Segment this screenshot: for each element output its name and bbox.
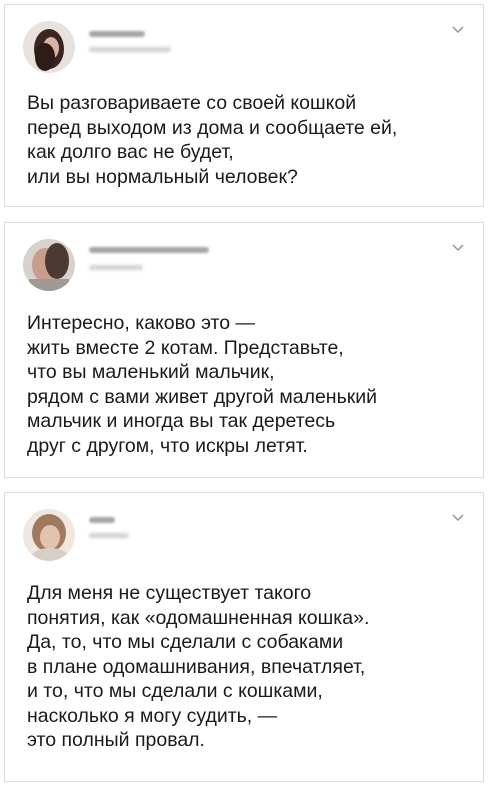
- tweet-card: Для меня не существует такого понятия, к…: [4, 492, 484, 782]
- tweet-line: что вы маленький мальчик,: [27, 361, 275, 383]
- tweet-line: жить вместе 2 котам. Представьте,: [27, 336, 344, 359]
- author-name-redacted: [89, 31, 145, 37]
- tweet-line: Вы разговариваете со своей кошкой: [27, 92, 357, 114]
- chevron-down-icon[interactable]: [451, 243, 465, 253]
- avatar[interactable]: [23, 509, 75, 561]
- tweet-text: Вы разговариваете со своей кошкой перед …: [27, 91, 467, 189]
- avatar[interactable]: [23, 239, 75, 291]
- tweet-line: Да, то, что мы сделали с собаками: [27, 631, 344, 653]
- tweet-line: как долго вас не будет,: [27, 141, 234, 163]
- tweet-line: перед выходом из дома и сообщаете ей,: [27, 116, 398, 139]
- author-handle-redacted: [89, 47, 171, 52]
- tweet-line: мальчик и иногда вы так деретесь: [27, 410, 336, 432]
- tweet-line: и то, что мы сделали с кошками,: [27, 680, 323, 702]
- author-handle-redacted: [89, 265, 143, 270]
- tweet-line: в плане одомашнивания, впечатляет,: [27, 655, 366, 678]
- tweet-line: понятия, как «одомашненная кошка».: [27, 606, 370, 629]
- tweet-card: Вы разговариваете со своей кошкой перед …: [4, 4, 484, 207]
- author-handle-redacted: [89, 533, 129, 538]
- author-name-redacted: [89, 517, 115, 523]
- tweet-line: друг с другом, что искры летят.: [27, 434, 308, 457]
- tweet-line: рядом с вами живет другой маленький: [27, 385, 378, 408]
- tweet-text: Для меня не существует такого понятия, к…: [27, 581, 467, 753]
- tweet-line: это полный провал.: [27, 729, 205, 751]
- avatar[interactable]: [23, 21, 75, 73]
- tweet-line: или вы нормальный человек?: [27, 165, 298, 188]
- tweet-line: Интересно, каково это —: [27, 312, 256, 334]
- tweet-card: Интересно, каково это — жить вместе 2 ко…: [4, 222, 484, 478]
- author-name-redacted: [89, 247, 209, 253]
- tweet-line: насколько я могу судить, —: [27, 704, 278, 727]
- tweet-line: Для меня не существует такого: [27, 582, 312, 604]
- tweet-text: Интересно, каково это — жить вместе 2 ко…: [27, 311, 467, 458]
- chevron-down-icon[interactable]: [451, 513, 465, 523]
- chevron-down-icon[interactable]: [451, 25, 465, 35]
